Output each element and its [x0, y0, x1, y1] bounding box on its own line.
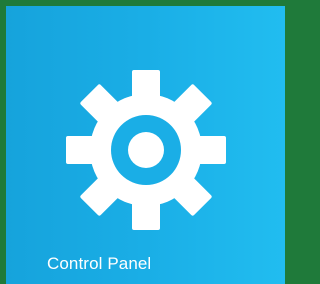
tile-label: Control Panel — [47, 254, 152, 273]
gear-icon — [66, 70, 226, 230]
start-screen-background: Control Panel — [0, 0, 285, 284]
control-panel-tile[interactable]: Control Panel — [6, 6, 285, 284]
